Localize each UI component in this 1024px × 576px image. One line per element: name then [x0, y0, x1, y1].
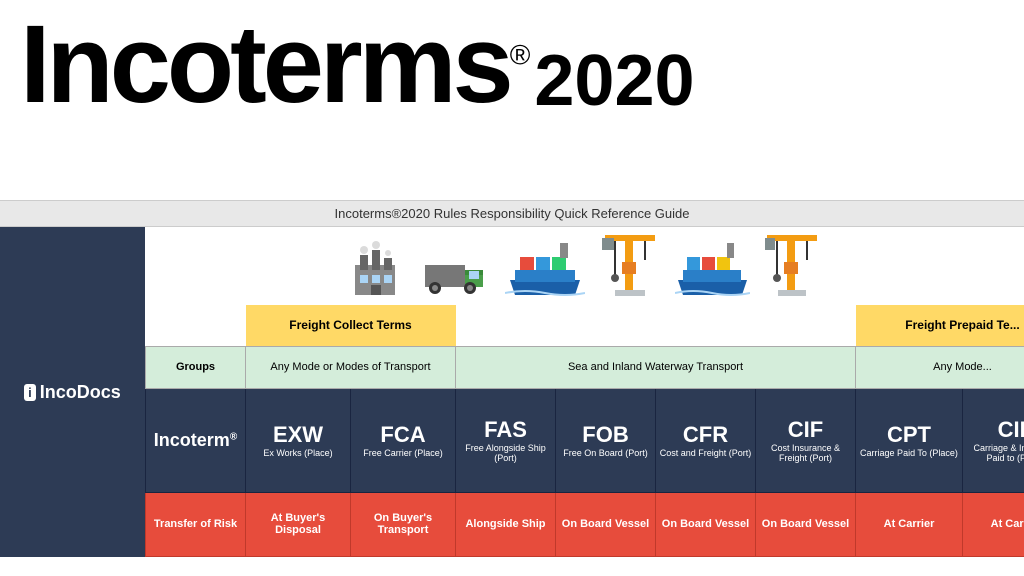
incoterm-cfr-code: CFR: [658, 422, 753, 448]
logo-brand: IncoDocs: [40, 382, 121, 403]
ship-2-illustration: [675, 235, 750, 300]
incoterm-fas-code: FAS: [458, 417, 553, 443]
groups-sea-inland-cell: Sea and Inland Waterway Transport: [456, 346, 856, 388]
incoterm-cip-cell: CIP Carriage & Insurance Paid to (Place): [963, 388, 1024, 492]
risk-exw-value: At Buyer's Disposal: [271, 512, 326, 536]
risk-fas-value: Alongside Ship: [465, 518, 545, 530]
incoterm-reg-symbol: ®: [230, 432, 237, 443]
freight-header-row: Freight Collect Terms Freight Prepaid Te…: [146, 305, 1024, 346]
risk-fca-value: On Buyer's Transport: [374, 512, 432, 536]
groups-label-cell: Groups: [146, 346, 246, 388]
groups-any-mode-right-cell: Any Mode...: [856, 346, 1024, 388]
groups-any-mode-text: Any Mode or Modes of Transport: [270, 361, 430, 373]
groups-label-text: Groups: [176, 361, 215, 373]
risk-cip-cell: At Carrier: [963, 492, 1024, 556]
risk-exw-cell: At Buyer's Disposal: [246, 492, 351, 556]
groups-any-mode-cell: Any Mode or Modes of Transport: [246, 346, 456, 388]
freight-collect-cell: Freight Collect Terms: [246, 305, 456, 346]
incoterm-cpt-desc: Carriage Paid To (Place): [858, 448, 960, 459]
incoterm-fob-cell: FOB Free On Board (Port): [556, 388, 656, 492]
incoterm-fob-code: FOB: [558, 422, 653, 448]
brand-title-text: Incoterms: [20, 3, 510, 126]
risk-label-text: Transfer of Risk: [154, 518, 237, 530]
groups-sea-inland-text: Sea and Inland Waterway Transport: [568, 361, 743, 373]
incoterm-fob-desc: Free On Board (Port): [558, 448, 653, 459]
risk-cpt-cell: At Carrier: [856, 492, 963, 556]
incoterms-table: Freight Collect Terms Freight Prepaid Te…: [145, 305, 1024, 557]
registered-symbol: ®: [510, 39, 527, 70]
incoterm-fca-cell: FCA Free Carrier (Place): [351, 388, 456, 492]
risk-row: Transfer of Risk At Buyer's Disposal On …: [146, 492, 1024, 556]
illustration-strip: [145, 227, 1024, 305]
incoterm-cfr-desc: Cost and Freight (Port): [658, 448, 753, 459]
incoterm-fas-desc: Free Alongside Ship (Port): [458, 443, 553, 465]
freight-collect-label: Freight Collect Terms: [289, 318, 411, 332]
crane-2-illustration: [765, 230, 820, 300]
logo-panel: i IncoDocs: [0, 227, 145, 557]
crane-illustration: [600, 230, 660, 300]
risk-cfr-cell: On Board Vessel: [656, 492, 756, 556]
incoterm-label-cell: Incoterm®: [146, 388, 246, 492]
logo-icon: i: [24, 384, 36, 401]
incoterm-cpt-code: CPT: [858, 422, 960, 448]
incoterm-row: Incoterm® EXW Ex Works (Place) FCA Free …: [146, 388, 1024, 492]
year-label: 2020: [534, 10, 694, 117]
header-section: Incoterms® 2020: [0, 0, 1024, 200]
subtitle-text: Incoterms®2020 Rules Responsibility Quic…: [335, 206, 690, 221]
risk-fca-cell: On Buyer's Transport: [351, 492, 456, 556]
subtitle-bar: Incoterms®2020 Rules Responsibility Quic…: [0, 200, 1024, 227]
factory-illustration: [350, 240, 405, 300]
freight-empty-cell: [146, 305, 246, 346]
risk-cif-value: On Board Vessel: [762, 518, 849, 530]
main-content: i IncoDocs: [0, 227, 1024, 557]
incoterm-cif-code: CIF: [758, 417, 853, 443]
risk-cfr-value: On Board Vessel: [662, 518, 749, 530]
risk-fob-cell: On Board Vessel: [556, 492, 656, 556]
groups-any-mode-right-text: Any Mode...: [933, 361, 992, 373]
freight-prepaid-label: Freight Prepaid Te...: [905, 318, 1019, 332]
incoterm-fas-cell: FAS Free Alongside Ship (Port): [456, 388, 556, 492]
freight-empty-mid: [456, 305, 856, 346]
incoterm-cip-desc: Carriage & Insurance Paid to (Place): [965, 443, 1024, 465]
incoterm-cip-code: CIP: [965, 417, 1024, 443]
incoterm-fca-code: FCA: [353, 422, 453, 448]
risk-cip-value: At Carrier: [991, 518, 1024, 530]
incoterm-cif-cell: CIF Cost Insurance & Freight (Port): [756, 388, 856, 492]
table-area: Freight Collect Terms Freight Prepaid Te…: [145, 227, 1024, 557]
incoterm-cfr-cell: CFR Cost and Freight (Port): [656, 388, 756, 492]
incoterm-exw-cell: EXW Ex Works (Place): [246, 388, 351, 492]
risk-label-cell: Transfer of Risk: [146, 492, 246, 556]
risk-cpt-value: At Carrier: [884, 518, 935, 530]
truck-illustration: [420, 250, 490, 300]
incoterm-exw-code: EXW: [248, 422, 348, 448]
ship-1-illustration: [505, 235, 585, 300]
risk-fas-cell: Alongside Ship: [456, 492, 556, 556]
incoterm-fca-desc: Free Carrier (Place): [353, 448, 453, 459]
risk-cif-cell: On Board Vessel: [756, 492, 856, 556]
brand-title: Incoterms®: [20, 10, 526, 120]
incoterm-cpt-cell: CPT Carriage Paid To (Place): [856, 388, 963, 492]
incoterm-label-text: Incoterm: [154, 430, 230, 450]
incoterm-exw-desc: Ex Works (Place): [248, 448, 348, 459]
risk-fob-value: On Board Vessel: [562, 518, 649, 530]
groups-row: Groups Any Mode or Modes of Transport Se…: [146, 346, 1024, 388]
freight-prepaid-cell: Freight Prepaid Te...: [856, 305, 1024, 346]
incoterm-cif-desc: Cost Insurance & Freight (Port): [758, 443, 853, 465]
logo: i IncoDocs: [24, 382, 121, 403]
